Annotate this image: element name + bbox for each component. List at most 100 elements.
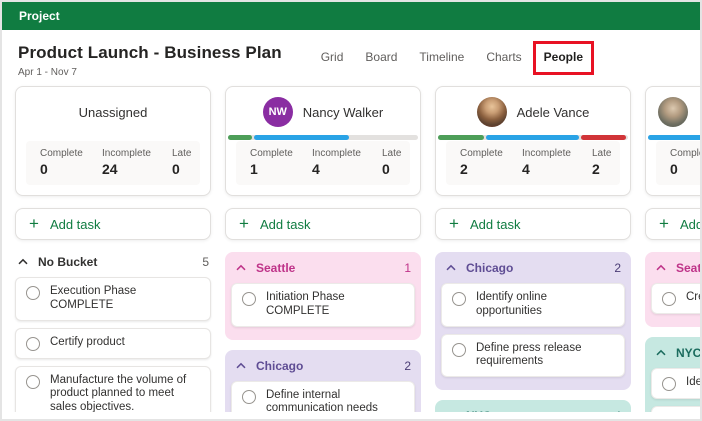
stat-value: 4: [312, 161, 366, 177]
task-card[interactable]: Kickof: [651, 406, 700, 412]
task-checkbox[interactable]: [242, 292, 256, 306]
tab-people[interactable]: People: [535, 46, 592, 68]
add-task-label: Add task: [260, 217, 311, 232]
task-card[interactable]: Create: [651, 283, 700, 314]
progress-segment-incomplete: [486, 135, 579, 140]
bucket-name: Seattle: [676, 261, 700, 275]
add-task-button[interactable]: + Add task: [225, 208, 421, 240]
plus-icon: +: [449, 215, 459, 232]
chevron-up-icon[interactable]: [235, 262, 247, 274]
progress-segment-incomplete: [254, 135, 349, 140]
task-checkbox[interactable]: [26, 337, 40, 351]
project-date-range: Apr 1 - Nov 7: [18, 67, 282, 78]
task-checkbox[interactable]: [26, 375, 40, 389]
add-task-button[interactable]: + Add task: [435, 208, 631, 240]
task-title: Identify online opportunities: [476, 291, 614, 319]
task-title: Define internal communication needs: [266, 389, 404, 412]
stat-value: 2: [460, 161, 506, 177]
bucket-header: No Bucket5: [15, 252, 211, 277]
stat-label: Incomplete: [312, 148, 366, 159]
task-title: Create: [686, 291, 700, 305]
stat-value: 1: [250, 161, 296, 177]
task-card[interactable]: Execution Phase COMPLETE: [15, 277, 211, 321]
plus-icon: +: [659, 215, 669, 232]
task-card[interactable]: Define press release requirements: [441, 334, 625, 378]
chevron-up-icon[interactable]: [445, 410, 457, 412]
person-column: Complete 0 + Add task Seattle Create NYC Identi…: [645, 86, 700, 412]
task-card[interactable]: Identify online opportunities: [441, 283, 625, 327]
person-column: Adele VanceComplete2Incomplete4Late2+Add…: [435, 86, 631, 412]
stat-late: Late2: [592, 148, 611, 177]
stat-label: Late: [592, 148, 611, 159]
bucket-seattle: Seattle Create: [645, 252, 700, 327]
person-card[interactable]: NWNancy WalkerComplete1Incomplete4Late0: [225, 86, 421, 196]
stat-complete: Complete2: [460, 148, 506, 177]
tab-charts[interactable]: Charts: [477, 46, 530, 68]
avatar: [477, 97, 507, 127]
stat-complete: Complete0: [40, 148, 86, 177]
task-checkbox[interactable]: [26, 286, 40, 300]
title-block: Product Launch - Business Plan Apr 1 - N…: [18, 43, 282, 78]
tab-timeline[interactable]: Timeline: [410, 46, 473, 68]
progress-segment-complete: [228, 135, 252, 140]
person-column: NWNancy WalkerComplete1Incomplete4Late0+…: [225, 86, 421, 412]
person-card[interactable]: Complete 0: [645, 86, 700, 196]
task-card[interactable]: Initiation Phase COMPLETE: [231, 283, 415, 327]
task-checkbox[interactable]: [662, 377, 676, 391]
stat-complete: Complete 0: [670, 148, 700, 177]
avatar: [658, 97, 688, 127]
task-card[interactable]: Identi: [651, 368, 700, 399]
bucket-chicago: Chicago2 Identify online opportunities Def…: [435, 252, 631, 390]
stats-panel: Complete2Incomplete4Late2: [446, 141, 620, 185]
chevron-up-icon[interactable]: [655, 262, 667, 274]
progress-segment-late: [581, 135, 627, 140]
stat-value: 0: [670, 161, 700, 177]
add-task-label: Add task: [680, 217, 700, 232]
person-card[interactable]: UnassignedComplete0Incomplete24Late0: [15, 86, 211, 196]
bucket-seattle: Seattle1 Initiation Phase COMPLETE: [225, 252, 421, 340]
add-task-button[interactable]: + Add task: [645, 208, 700, 240]
bucket-header: NYC: [651, 343, 700, 368]
stat-label: Incomplete: [522, 148, 576, 159]
bucket-header: Seattle: [651, 258, 700, 283]
task-checkbox[interactable]: [452, 343, 466, 357]
task-card[interactable]: Manufacture the volume of product planne…: [15, 366, 211, 412]
avatar: NW: [263, 97, 293, 127]
people-board: UnassignedComplete0Incomplete24Late0+Add…: [2, 82, 700, 412]
person-name: Unassigned: [79, 105, 148, 120]
stat-label: Complete: [670, 148, 700, 159]
view-tabs: GridBoardTimelineChartsPeople: [312, 46, 592, 68]
stat-value: 4: [522, 161, 576, 177]
plus-icon: +: [239, 215, 249, 232]
bucket-count: 2: [404, 359, 411, 373]
task-checkbox[interactable]: [662, 292, 676, 306]
bucket-count: 1: [404, 261, 411, 275]
bucket-name: NYC: [676, 346, 700, 360]
add-task-button[interactable]: +Add task: [15, 208, 211, 240]
task-title: Execution Phase COMPLETE: [50, 285, 200, 313]
add-task-label: Add task: [470, 217, 521, 232]
tab-board[interactable]: Board: [356, 46, 406, 68]
chevron-up-icon[interactable]: [655, 347, 667, 359]
stat-label: Late: [382, 148, 401, 159]
bucket-count: 2: [614, 261, 621, 275]
stat-incomplete: Incomplete 4: [312, 148, 366, 177]
task-checkbox[interactable]: [242, 390, 256, 404]
task-title: Identi: [686, 376, 700, 390]
task-card[interactable]: Define internal communication needs: [231, 381, 415, 412]
task-title: Initiation Phase COMPLETE: [266, 291, 404, 319]
chevron-up-icon[interactable]: [17, 256, 29, 268]
person-row: Adele Vance: [436, 95, 630, 129]
task-checkbox[interactable]: [452, 292, 466, 306]
bucket-header: Seattle1: [231, 258, 415, 283]
bucket-count: 5: [202, 255, 209, 269]
bucket-header: Chicago2: [441, 258, 625, 283]
stats-panel: Complete1Incomplete4Late0: [236, 141, 410, 185]
task-card[interactable]: Certify product: [15, 328, 211, 359]
chevron-up-icon[interactable]: [235, 360, 247, 372]
person-row: NWNancy Walker: [226, 95, 420, 129]
chevron-up-icon[interactable]: [445, 262, 457, 274]
tab-grid[interactable]: Grid: [312, 46, 353, 68]
person-card[interactable]: Adele VanceComplete2Incomplete4Late2: [435, 86, 631, 196]
bucket-no-bucket: No Bucket5 Execution Phase COMPLETE Certif…: [15, 252, 211, 412]
